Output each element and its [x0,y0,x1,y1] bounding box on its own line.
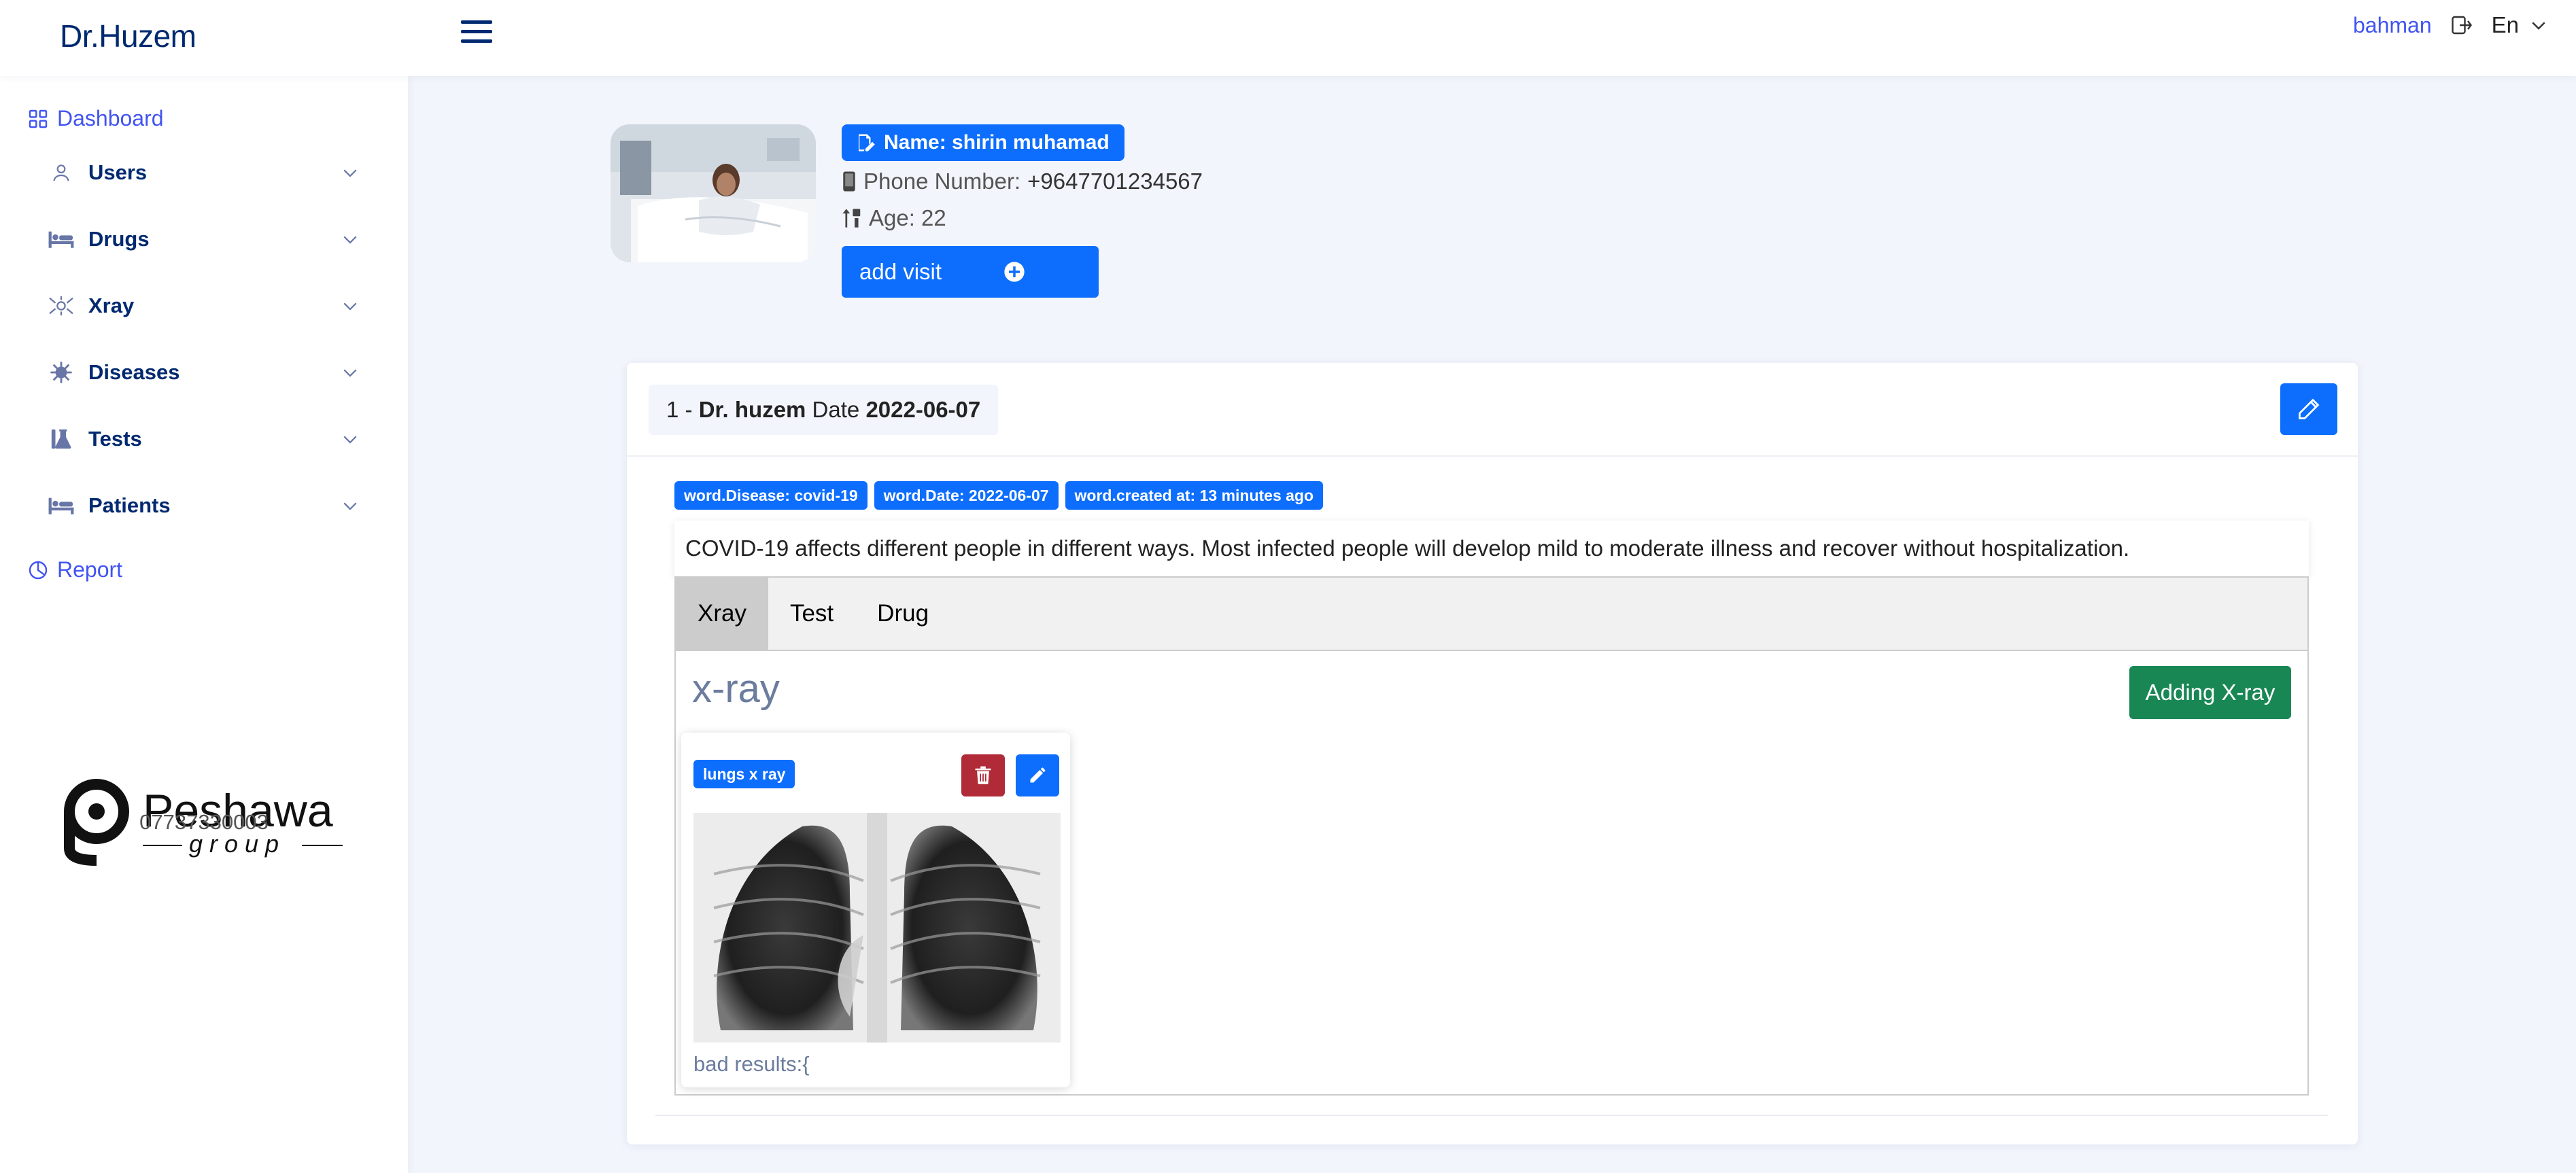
sidebar-item-patients[interactable]: Patients [48,485,360,526]
plus-circle-icon [1004,262,1025,282]
sidebar: Dashboard Users Drugs Xray Diseases Test [0,76,408,1173]
sidebar-item-label: Xray [88,294,135,317]
chevron-down-icon [343,502,357,510]
chevron-down-icon [343,169,357,177]
xray-result-note: bad results:{ [693,1052,810,1076]
language-value: En [2491,12,2519,37]
visit-doctor: Dr. huzem [698,397,806,422]
sidebar-item-report[interactable]: Report [27,557,122,582]
patient-age-line: Age: 22 [842,205,946,231]
virus-icon [48,292,75,319]
chevron-down-icon [343,436,357,444]
bed-icon [48,492,75,519]
sidebar-item-label: Users [88,160,148,184]
phone-icon [843,171,855,192]
xray-tag-badge: lungs x ray [693,760,795,788]
edit-document-icon [859,134,875,152]
visit-header: 1 - Dr. huzem Date 2022-06-07 [649,385,999,435]
tab-xray[interactable]: Xray [676,578,768,650]
visit-number: 1 - [666,397,699,422]
add-xray-button[interactable]: Adding X-ray [2129,666,2291,719]
edit-visit-button[interactable] [2280,383,2337,435]
visit-tabs-panel: Xray Test Drug x-ray Adding X-ray lungs … [674,576,2309,1096]
edit-xray-button[interactable] [1016,754,1059,796]
tab-drug[interactable]: Drug [855,578,950,650]
sidebar-item-diseases[interactable]: Diseases [48,352,360,393]
pie-chart-icon [29,561,48,579]
patient-name: Name: shirin muhamad [884,131,1110,154]
visit-date-label: Date [806,397,866,422]
add-visit-label: add visit [859,259,942,284]
age-sort-icon [842,209,861,228]
xray-card: lungs x ray bad results:{ [681,733,1070,1087]
visit-badges: word.Disease: covid-19 word.Date: 2022-0… [674,481,1324,510]
date-badge: word.Date: 2022-06-07 [874,481,1059,510]
patient-photo [611,124,816,262]
chevron-down-icon [343,369,357,377]
header-user-area: bahman En [2353,12,2549,38]
phone-label: Phone Number: [863,169,1021,194]
chevron-down-icon [343,302,357,311]
sidebar-item-xray[interactable]: Xray [48,285,360,326]
sidebar-item-tests[interactable]: Tests [48,419,360,459]
tab-bar: Xray Test Drug [676,578,2307,651]
divider [627,455,2358,457]
sidebar-item-users[interactable]: Users [48,152,360,193]
company-phone: 07737330003 [139,810,269,834]
phone-value: +9647701234567 [1027,169,1203,194]
sidebar-item-label: Diseases [88,360,180,384]
username-link[interactable]: bahman [2353,13,2432,38]
bed-icon [48,226,75,253]
visit-card: 1 - Dr. huzem Date 2022-06-07 word.Disea… [627,363,2358,1144]
disease-badge: word.Disease: covid-19 [674,481,868,510]
patient-phone-line: Phone Number: +9647701234567 [842,169,1203,194]
sidebar-item-dashboard[interactable]: Dashboard [27,106,164,131]
sidebar-item-drugs[interactable]: Drugs [48,219,360,260]
sidebar-item-label: Report [57,557,123,582]
tab-test[interactable]: Test [768,578,855,650]
sidebar-item-label: Patients [88,493,171,517]
top-header: Dr.Huzem bahman En [0,0,2576,76]
xray-section-title: x-ray [692,667,780,711]
virus-gear-icon [48,359,75,386]
patient-age: Age: 22 [869,205,946,230]
chevron-down-icon [343,236,357,244]
xray-image[interactable] [693,813,1061,1043]
brand-logo-text[interactable]: Dr.Huzem [60,18,196,54]
pencil-icon [2299,398,2320,419]
visit-description: COVID-19 affects different people in dif… [674,521,2309,576]
add-visit-button[interactable]: add visit [842,246,1099,298]
divider [655,1115,2328,1116]
pencil-icon [1030,767,1046,783]
person-icon [48,159,75,186]
logout-icon[interactable] [2450,13,2474,37]
language-select[interactable]: En [2492,12,2549,38]
patient-name-badge: Name: shirin muhamad [842,124,1124,161]
sidebar-item-label: Drugs [88,227,150,251]
flask-icon [48,425,75,453]
grid-icon [29,109,48,128]
created-badge: word.created at: 13 minutes ago [1065,481,1324,510]
trash-icon [975,766,991,784]
sidebar-item-label: Dashboard [57,106,164,130]
menu-toggle-icon[interactable] [461,20,492,48]
visit-date: 2022-06-07 [865,397,981,422]
chevron-down-icon [2532,22,2545,30]
sidebar-item-label: Tests [88,427,142,451]
delete-xray-button[interactable] [961,754,1005,796]
